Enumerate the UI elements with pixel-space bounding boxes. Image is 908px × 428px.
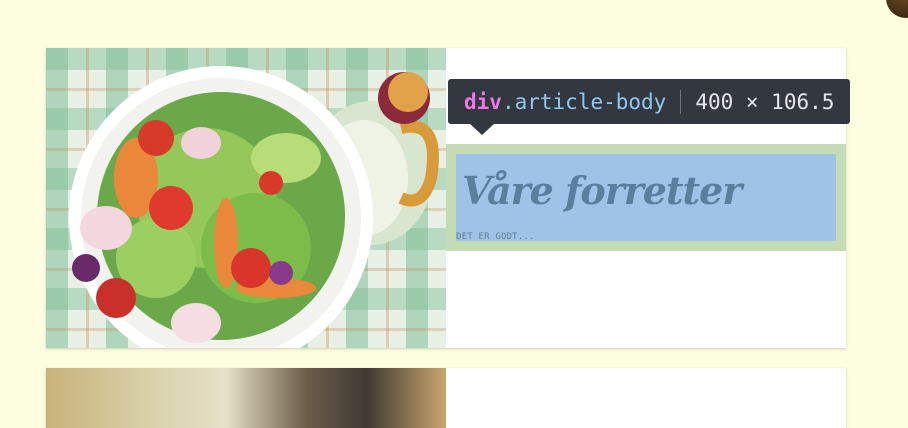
food-image	[46, 368, 446, 428]
tooltip-separator	[680, 89, 682, 114]
tooltip-dot: .	[501, 89, 515, 114]
corner-decoration	[886, 0, 908, 18]
article-body: Våre forretter DET ER GODT...	[446, 144, 846, 251]
tooltip-tag: div	[464, 89, 502, 114]
content-highlight: Våre forretter DET ER GODT...	[456, 154, 836, 242]
tooltip-arrow	[469, 123, 495, 135]
tooltip-class: article-body	[514, 89, 667, 114]
article-subtitle: DET ER GODT...	[456, 232, 535, 242]
salad-bowl-image	[46, 48, 446, 348]
article-card	[46, 368, 846, 428]
tooltip-dimensions: 400 × 106.5	[695, 89, 835, 114]
inspector-tooltip: div. article-body 400 × 106.5	[448, 79, 851, 135]
article-title: Våre forretter	[462, 168, 742, 213]
